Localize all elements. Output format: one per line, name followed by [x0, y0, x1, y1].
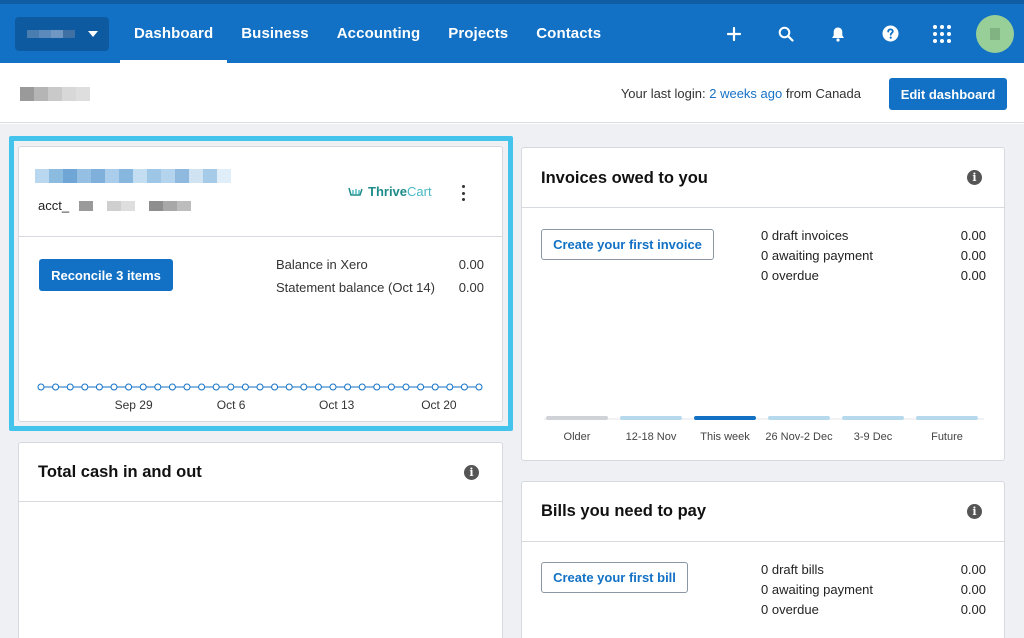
invoices-owed-card: Invoices owed to you i Create your first…: [521, 147, 1005, 461]
stat-value: 0.00: [960, 267, 986, 283]
total-cash-card: Total cash in and out i: [18, 442, 503, 638]
bills-to-pay-card: Bills you need to pay i Create your firs…: [521, 481, 1005, 638]
organisation-name-redacted: [27, 30, 75, 38]
user-avatar[interactable]: [976, 14, 1014, 53]
card-divider: [522, 541, 1004, 542]
aging-category-label: This week: [700, 431, 750, 443]
aging-category-label: Future: [931, 431, 963, 443]
invoices-aging-chart: Older 12-18 Nov This week 26 Nov-2 Dec 3-9 D…: [544, 416, 984, 443]
stat-label[interactable]: 0 draft bills: [761, 562, 824, 577]
nav-accounting[interactable]: Accounting: [323, 4, 435, 63]
stat-value: 0.00: [960, 581, 986, 597]
stat-row: 0 draft bills 0.00: [761, 559, 986, 579]
highlight-outline: [9, 136, 513, 431]
stat-row: 0 overdue 0.00: [761, 265, 986, 285]
aging-bar[interactable]: [916, 416, 978, 420]
nav-projects[interactable]: Projects: [434, 4, 522, 63]
bill-stats: 0 draft bills 0.00 0 awaiting payment 0.00…: [761, 559, 986, 619]
aging-bar[interactable]: [620, 416, 682, 420]
stat-row: 0 awaiting payment 0.00: [761, 245, 986, 265]
aging-bar[interactable]: [842, 416, 904, 420]
info-icon[interactable]: i: [967, 504, 982, 519]
chevron-down-icon: [88, 31, 98, 37]
stat-label[interactable]: 0 awaiting payment: [761, 248, 873, 263]
create-bill-button[interactable]: Create your first bill: [541, 562, 688, 593]
page-subheader: Your last login: 2 weeks ago from Canada…: [0, 63, 1024, 123]
search-icon[interactable]: [760, 4, 812, 63]
stat-value: 0.00: [960, 561, 986, 577]
stat-label[interactable]: 0 awaiting payment: [761, 582, 873, 597]
aging-category-label: Older: [564, 431, 591, 443]
last-login-prefix: Your last login:: [620, 86, 710, 101]
stat-value: 0.00: [960, 601, 986, 617]
stat-label[interactable]: 0 draft invoices: [761, 228, 848, 243]
nav-contacts[interactable]: Contacts: [522, 4, 615, 63]
plus-icon[interactable]: [708, 4, 760, 63]
stat-row: 0 awaiting payment 0.00: [761, 579, 986, 599]
aging-bar[interactable]: [694, 416, 756, 420]
top-navigation-bar: Dashboard Business Accounting Projects C…: [0, 0, 1024, 63]
nav-business[interactable]: Business: [227, 4, 323, 63]
main-nav: Dashboard Business Accounting Projects C…: [120, 4, 615, 63]
bell-icon[interactable]: [812, 4, 864, 63]
card-divider: [522, 207, 1004, 208]
invoices-card-title: Invoices owed to you: [541, 169, 708, 187]
apps-grid-icon[interactable]: [916, 4, 968, 63]
last-login-link[interactable]: 2 weeks ago: [709, 86, 782, 101]
aging-bar[interactable]: [546, 416, 608, 420]
info-icon[interactable]: i: [464, 465, 479, 480]
invoice-stats: 0 draft invoices 0.00 0 awaiting payment 0…: [761, 225, 986, 285]
card-divider: [19, 501, 502, 502]
aging-category-label: 26 Nov-2 Dec: [765, 431, 833, 443]
stat-label[interactable]: 0 overdue: [761, 602, 819, 617]
aging-category-label: 3-9 Dec: [854, 431, 893, 443]
stat-row: 0 draft invoices 0.00: [761, 225, 986, 245]
aging-category-label: 12-18 Nov: [626, 431, 677, 443]
avatar-initials-redacted: [990, 27, 1000, 40]
last-login-suffix: from Canada: [782, 86, 861, 101]
info-icon[interactable]: i: [967, 170, 982, 185]
cash-card-title: Total cash in and out: [38, 463, 202, 481]
nav-dashboard[interactable]: Dashboard: [120, 4, 228, 63]
organisation-title-redacted: [20, 87, 90, 101]
edit-dashboard-button[interactable]: Edit dashboard: [889, 78, 1007, 110]
help-icon[interactable]: [864, 4, 916, 63]
nav-icon-group: [708, 4, 1014, 63]
stat-label[interactable]: 0 overdue: [761, 268, 819, 283]
stat-row: 0 overdue 0.00: [761, 599, 986, 619]
bills-card-title: Bills you need to pay: [541, 502, 707, 520]
last-login-text: Your last login: 2 weeks ago from Canada: [621, 86, 861, 101]
stat-value: 0.00: [960, 247, 986, 263]
create-invoice-button[interactable]: Create your first invoice: [541, 229, 714, 260]
stat-value: 0.00: [960, 227, 986, 243]
organisation-switcher[interactable]: [15, 17, 109, 51]
aging-bar[interactable]: [768, 416, 830, 420]
